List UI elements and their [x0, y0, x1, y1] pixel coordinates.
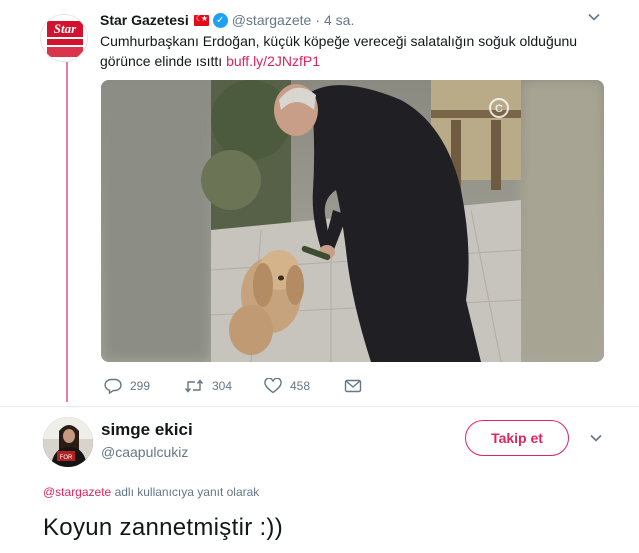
logo-stripe: [47, 47, 83, 57]
tweet-actions-bar: 299 304 458: [104, 376, 424, 396]
video-watermark: C: [495, 103, 503, 115]
star-logo-icon: Star: [47, 21, 83, 37]
verified-badge-icon: ✓: [212, 12, 228, 28]
video-frame-illustration: C: [101, 80, 604, 362]
replying-to-line: @stargazete adlı kullanıcıya yanıt olara…: [43, 485, 259, 499]
direct-message-action[interactable]: [344, 378, 424, 394]
envelope-icon: [344, 379, 362, 393]
retweet-count: 304: [212, 379, 233, 393]
logo-stripe: [47, 39, 83, 45]
reply-author-handle[interactable]: @caapulcukiz: [101, 444, 188, 460]
author-name[interactable]: Star Gazetesi: [100, 12, 189, 28]
tweet-divider: [0, 406, 639, 407]
retweet-icon: [184, 379, 204, 393]
replying-to-mention[interactable]: @stargazete: [43, 485, 111, 499]
star-gazetesi-avatar[interactable]: Star: [40, 14, 88, 62]
svg-text:FOR: FOR: [60, 455, 73, 461]
reply-count: 299: [130, 379, 151, 393]
tweet-body-text: Cumhurbaşkanı Erdoğan, küçük köpeğe vere…: [100, 33, 578, 69]
tweet-text: Cumhurbaşkanı Erdoğan, küçük köpeğe vere…: [100, 31, 590, 71]
like-count: 458: [290, 379, 311, 393]
heart-icon: [264, 378, 282, 394]
like-action[interactable]: 458: [264, 378, 344, 394]
tweet-options-chevron-icon[interactable]: [585, 10, 603, 28]
author-handle[interactable]: @stargazete: [232, 12, 312, 28]
reply-tweet-text: Koyun zannetmiştir :)): [43, 514, 284, 541]
tweet-timestamp[interactable]: 4 sa.: [324, 12, 354, 28]
profile-photo: FOR: [43, 417, 93, 467]
reply-author-name[interactable]: simge ekici: [101, 420, 193, 440]
retweet-action[interactable]: 304: [184, 378, 264, 394]
tweet-video-media[interactable]: C: [101, 80, 604, 362]
reply-options-chevron-icon[interactable]: [587, 431, 605, 449]
tweet-header: Star Gazetesi ✓ @stargazete · 4 sa.: [100, 11, 354, 29]
thread-connector-line: [66, 62, 68, 402]
replying-to-text: adlı kullanıcıya yanıt olarak: [114, 485, 260, 499]
follow-button[interactable]: Takip et: [465, 420, 569, 456]
reply-action[interactable]: 299: [104, 378, 184, 394]
separator-dot: ·: [315, 12, 320, 28]
reply-icon: [104, 378, 122, 394]
tweet-link[interactable]: buff.ly/2JNzfP1: [226, 53, 320, 69]
turkish-flag-icon: [193, 14, 209, 26]
simge-ekici-avatar[interactable]: FOR: [43, 417, 93, 467]
